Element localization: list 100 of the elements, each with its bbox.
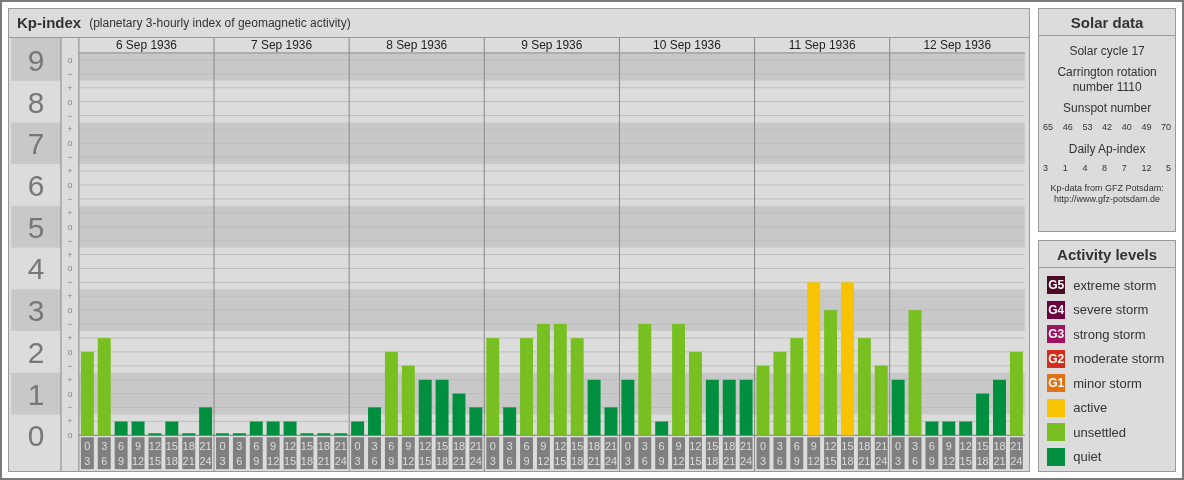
hour-range-label: 12 15 <box>689 437 702 469</box>
x-tick-label: 0 3 <box>489 440 496 468</box>
hour-range-label: 0 3 <box>756 437 770 469</box>
minor-tick-label: − <box>67 235 73 246</box>
sunspot-value: 65 <box>1043 122 1054 132</box>
y-tick-label: 7 <box>27 127 45 161</box>
hour-range-label: 6 9 <box>925 437 939 469</box>
kp-bar <box>148 433 162 436</box>
ap-index-value: 7 <box>1121 163 1127 173</box>
hour-range-label: 18 21 <box>182 437 196 469</box>
panel-title: Solar data <box>1039 9 1175 36</box>
hour-range-label: 12 15 <box>148 437 162 469</box>
hour-range-label: 6 9 <box>114 437 128 469</box>
hour-range-label: 18 21 <box>857 437 871 469</box>
panel-subtitle: (planetary 3-hourly index of geomagnetic activity) <box>89 15 351 30</box>
hour-range-label: 9 12 <box>807 437 821 469</box>
level-swatch: G4 <box>1047 300 1066 319</box>
day-label: 7 Sep 1936 <box>251 37 313 52</box>
kp-bar <box>368 407 381 436</box>
hour-range-label: 21 24 <box>1009 437 1023 469</box>
hour-range-label: 12 15 <box>418 437 432 469</box>
hour-range-label: 3 6 <box>368 437 381 469</box>
kp-bar <box>604 407 618 436</box>
hour-range-label: 9 12 <box>942 437 956 469</box>
level-label: unsettled <box>1073 424 1126 440</box>
hour-range-label: 3 6 <box>638 437 652 469</box>
hour-range-label: 21 24 <box>739 437 753 469</box>
x-tick-label: 0 3 <box>84 440 91 468</box>
sunspot-value: 49 <box>1141 122 1152 132</box>
minor-tick-label: o <box>67 430 73 441</box>
hour-range-label: 15 18 <box>841 437 854 469</box>
hour-range-label: 18 21 <box>722 437 736 469</box>
minor-tick-label: o <box>67 263 73 274</box>
hour-range-label: 0 3 <box>351 437 365 469</box>
minor-tick-label: − <box>67 318 73 329</box>
panel-title: Kp-index <box>17 14 82 32</box>
sunspot-title: Sunspot number <box>1062 101 1153 116</box>
level-label: strong storm <box>1073 326 1146 342</box>
hour-range-label: 3 6 <box>503 437 517 469</box>
kp-bar <box>993 379 1006 436</box>
source-note: Kp-data from GFZ Potsdam: <box>1050 183 1164 194</box>
kp-bar <box>216 433 229 436</box>
axis-band <box>11 372 61 415</box>
kp-bar <box>300 433 314 436</box>
minor-tick-label: o <box>67 138 73 149</box>
minor-tick-label: + <box>67 166 73 176</box>
level-swatch: G5 <box>1047 276 1066 294</box>
hour-range-label: 3 6 <box>908 437 922 469</box>
y-tick-label: 9 <box>27 43 45 77</box>
hour-range-label: 6 9 <box>655 437 669 469</box>
hour-range-label: 12 15 <box>824 437 838 469</box>
minor-tick-label: + <box>67 207 73 218</box>
source-link[interactable]: http://www.gfz-potsdam.de <box>1054 194 1161 205</box>
minor-tick-label: − <box>67 152 73 163</box>
kp-bar <box>199 407 213 436</box>
kp-bar <box>317 433 331 436</box>
hour-range-label: 18 21 <box>317 437 331 469</box>
x-tick-label: 3 6 <box>101 440 108 468</box>
hour-range-label: 15 18 <box>435 437 449 469</box>
axis-band <box>11 289 61 331</box>
minor-tick-label: o <box>67 54 73 65</box>
minor-tick-label: + <box>67 249 73 260</box>
minor-tick-label: o <box>67 346 73 357</box>
hour-range-label: 6 9 <box>520 437 533 469</box>
hour-range-label: 15 18 <box>705 437 719 469</box>
hour-range-label: 12 15 <box>959 437 973 469</box>
hour-range-label: 9 12 <box>401 437 415 469</box>
day-label: 12 Sep 1936 <box>923 37 992 52</box>
hour-range-label: 0 3 <box>80 437 94 469</box>
level-label: active <box>1073 400 1108 415</box>
x-tick-label: 3 6 <box>236 440 243 468</box>
hour-range-label: 6 9 <box>384 437 398 469</box>
day-label: 9 Sep 1936 <box>521 37 583 52</box>
minor-tick-label: − <box>67 68 73 79</box>
kp-bar <box>976 393 990 436</box>
panel-title: Activity levels <box>1039 241 1175 268</box>
y-tick-label: 4 <box>27 252 45 286</box>
level-swatch: G3 <box>1047 325 1066 343</box>
kp-bar <box>503 407 517 436</box>
x-tick-label: 6 9 <box>793 440 800 468</box>
hour-range-label: 18 21 <box>587 437 601 469</box>
minor-tick-label: + <box>67 416 73 427</box>
ap-index-value: 4 <box>1082 163 1088 173</box>
sunspot-value: 53 <box>1082 122 1093 132</box>
ap-index-value: 8 <box>1102 163 1108 173</box>
ap-index-value: 12 <box>1141 163 1152 173</box>
minor-tick-label: + <box>67 291 73 302</box>
x-tick-label: 3 6 <box>641 440 648 468</box>
sunspot-value: 40 <box>1121 122 1132 132</box>
axis-band <box>11 37 61 81</box>
hour-range-label: 0 3 <box>891 437 905 469</box>
sunspot-value: 46 <box>1062 122 1073 132</box>
hour-range-label: 0 3 <box>486 437 500 469</box>
hour-range-label: 6 9 <box>790 437 804 469</box>
minor-tick-label: o <box>67 96 73 107</box>
hour-range-label: 15 18 <box>300 437 314 469</box>
y-tick-label: 2 <box>27 335 45 369</box>
sunspot-value: 70 <box>1161 122 1172 132</box>
axis-band <box>11 122 61 165</box>
y-tick-label: 5 <box>27 210 45 244</box>
